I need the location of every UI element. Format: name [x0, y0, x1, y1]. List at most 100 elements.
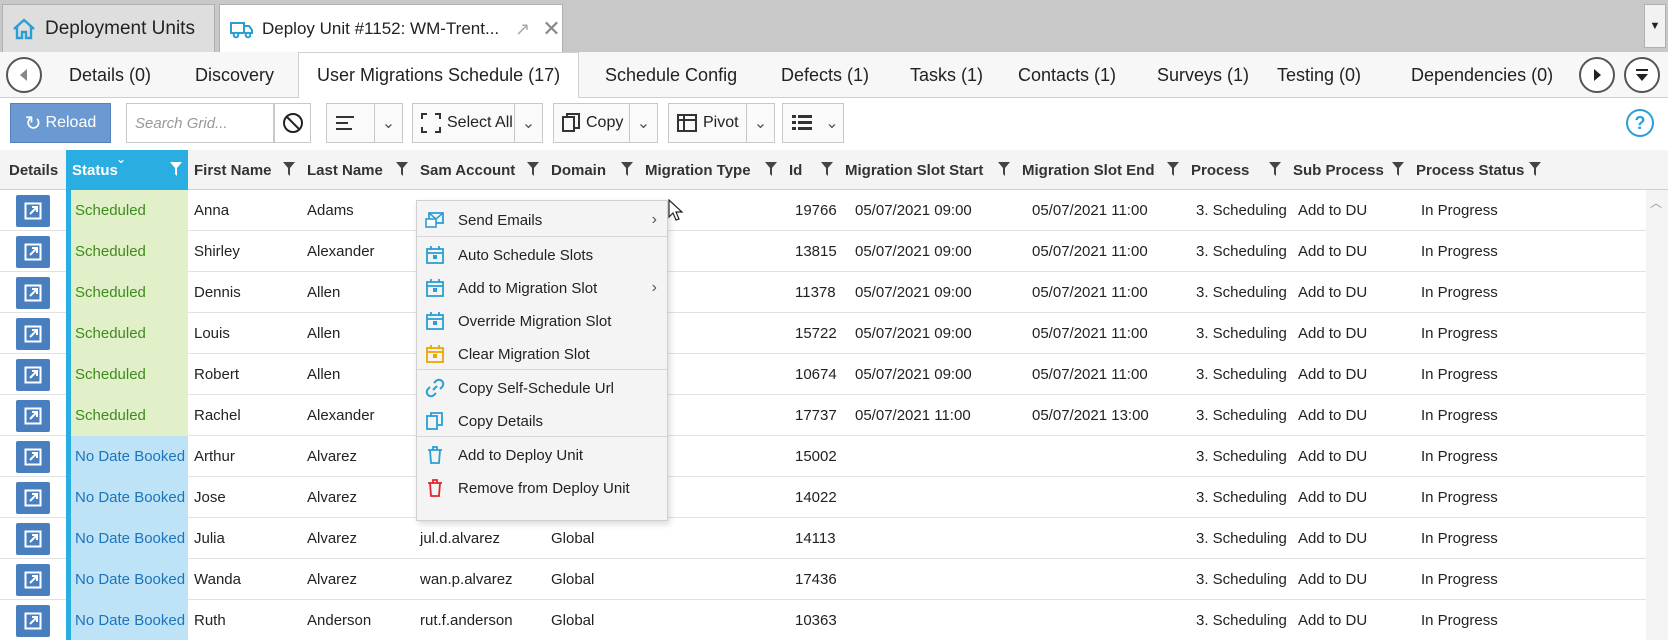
search-input[interactable]: Search Grid...: [126, 103, 274, 143]
table-row[interactable]: Scheduled Robert Allen 10674 05/07/2021 09:0…: [0, 354, 1646, 395]
col-header-sub-process[interactable]: Sub Process: [1287, 150, 1410, 190]
filter-icon[interactable]: [621, 162, 633, 176]
col-header-sam-account[interactable]: Sam Account: [414, 150, 545, 190]
open-details-button[interactable]: [16, 400, 50, 432]
reload-button[interactable]: ↻ Reload: [10, 103, 111, 143]
col-header-process-status[interactable]: Process Status: [1410, 150, 1547, 190]
copy-dropdown[interactable]: Copy ⌄: [553, 103, 658, 143]
menu-item-copy-self-schedule-url[interactable]: Copy Self-Schedule Url: [417, 371, 667, 405]
open-details-button[interactable]: [16, 523, 50, 555]
open-details-button[interactable]: [16, 605, 50, 637]
col-header-slot-end[interactable]: Migration Slot End: [1016, 150, 1185, 190]
col-header-id[interactable]: Id: [783, 150, 839, 190]
tab-surveys[interactable]: Surveys (1): [1157, 52, 1249, 98]
filter-icon[interactable]: [527, 162, 539, 176]
table-row[interactable]: No Date Booked Jose Alvarez 14022 3. Schedul…: [0, 477, 1646, 518]
filter-icon[interactable]: [1529, 162, 1541, 176]
col-header-process[interactable]: Process: [1185, 150, 1287, 190]
align-button[interactable]: [327, 104, 374, 142]
first-name-cell: Shirley: [194, 243, 240, 260]
filter-icon[interactable]: [396, 162, 408, 176]
col-header-slot-start[interactable]: Migration Slot Start: [839, 150, 1016, 190]
sub-process-cell: Add to DU: [1298, 202, 1368, 219]
tab-list-dropdown-button[interactable]: [1624, 57, 1660, 93]
select-all-button[interactable]: Select All: [413, 104, 514, 142]
col-header-first-name[interactable]: First Name: [188, 150, 301, 190]
clear-search-button[interactable]: [274, 103, 311, 143]
pivot-button[interactable]: Pivot: [669, 104, 746, 142]
col-header-last-name[interactable]: Last Name: [301, 150, 414, 190]
open-details-button[interactable]: [16, 482, 50, 514]
menu-item-copy-details[interactable]: Copy Details: [417, 404, 667, 438]
select-all-dropdown[interactable]: Select All ⌄: [412, 103, 543, 143]
table-row[interactable]: Scheduled Anna Adams 19766 05/07/2021 09:00 0…: [0, 190, 1646, 231]
table-row[interactable]: No Date Booked Arthur Alvarez 15002 3. Sched…: [0, 436, 1646, 477]
copy-button[interactable]: Copy: [554, 104, 629, 142]
tab-discovery[interactable]: Discovery: [195, 52, 274, 98]
align-dropdown[interactable]: ⌄: [326, 103, 403, 143]
status-cell: No Date Booked: [66, 600, 188, 640]
tab-overflow-button[interactable]: ▼: [1644, 4, 1666, 48]
filter-icon[interactable]: [998, 162, 1010, 176]
vertical-scrollbar[interactable]: ︿: [1646, 190, 1668, 640]
menu-item-send-emails[interactable]: Send Emails ›: [417, 203, 667, 237]
filter-icon[interactable]: [1392, 162, 1404, 176]
menu-item-add-to-deploy-unit[interactable]: Add to Deploy Unit: [417, 438, 667, 472]
popout-icon[interactable]: ↗: [515, 19, 530, 40]
scroll-up-icon[interactable]: ︿: [1650, 194, 1662, 211]
col-header-domain[interactable]: Domain: [545, 150, 639, 190]
filter-icon[interactable]: [283, 162, 295, 176]
doc-tab-deploy-unit[interactable]: Deploy Unit #1152: WM-Trent... ↗ ✕: [219, 4, 563, 53]
table-row[interactable]: Scheduled Shirley Alexander 13815 05/07/2021…: [0, 231, 1646, 272]
table-row[interactable]: Scheduled Rachel Alexander 17737 05/07/2021 …: [0, 395, 1646, 436]
menu-item-remove-from-deploy-unit[interactable]: Remove from Deploy Unit: [417, 471, 667, 505]
sub-process-cell: Add to DU: [1298, 612, 1368, 629]
open-details-button[interactable]: [16, 277, 50, 309]
filter-icon[interactable]: [765, 162, 777, 176]
open-details-button[interactable]: [16, 359, 50, 391]
menu-item-clear-migration-slot[interactable]: Clear Migration Slot: [417, 337, 667, 371]
menu-item-add-to-migration-slot[interactable]: Add to Migration Slot ›: [417, 271, 667, 305]
help-icon[interactable]: ?: [1626, 109, 1654, 137]
menu-item-override-migration-slot[interactable]: Override Migration Slot: [417, 304, 667, 338]
open-details-button[interactable]: [16, 236, 50, 268]
chevron-down-icon[interactable]: ⌄: [374, 104, 402, 142]
tab-user-migrations-schedule[interactable]: User Migrations Schedule (17): [298, 52, 580, 99]
scroll-tabs-left-button[interactable]: [6, 57, 42, 93]
first-name-cell: Rachel: [194, 407, 241, 424]
open-details-button[interactable]: [16, 564, 50, 596]
open-details-button[interactable]: [16, 318, 50, 350]
layout-dropdown[interactable]: ⌄: [782, 103, 844, 143]
pivot-dropdown[interactable]: Pivot ⌄: [668, 103, 775, 143]
filter-icon[interactable]: [821, 162, 833, 176]
open-details-button[interactable]: [16, 195, 50, 227]
table-row[interactable]: Scheduled Dennis Allen 11378 05/07/2021 09:0…: [0, 272, 1646, 313]
chevron-down-icon[interactable]: ⌄: [629, 104, 657, 142]
tab-details[interactable]: Details (0): [69, 52, 151, 98]
doc-tab-deployment-units[interactable]: Deployment Units: [2, 4, 215, 52]
col-header-details[interactable]: Details: [3, 150, 66, 190]
chevron-down-icon[interactable]: ⌄: [821, 104, 843, 142]
table-row[interactable]: Scheduled Louis Allen 15722 05/07/2021 09:00…: [0, 313, 1646, 354]
tab-testing[interactable]: Testing (0): [1277, 52, 1361, 98]
chevron-down-icon[interactable]: ⌄: [746, 104, 774, 142]
menu-item-auto-schedule-slots[interactable]: Auto Schedule Slots: [417, 238, 667, 272]
tab-tasks[interactable]: Tasks (1): [910, 52, 983, 98]
close-icon[interactable]: ✕: [542, 16, 560, 42]
table-row[interactable]: No Date Booked Wanda Alvarez wan.p.alvarez G…: [0, 559, 1646, 600]
scroll-tabs-right-button[interactable]: [1579, 57, 1615, 93]
tab-defects[interactable]: Defects (1): [781, 52, 869, 98]
col-header-migration-type[interactable]: Migration Type: [639, 150, 783, 190]
filter-icon[interactable]: [170, 162, 182, 176]
col-header-status[interactable]: ⌄ Status: [66, 150, 188, 190]
table-row[interactable]: No Date Booked Ruth Anderson rut.f.anderson…: [0, 600, 1646, 640]
layout-button[interactable]: [783, 104, 821, 142]
tab-contacts[interactable]: Contacts (1): [1018, 52, 1116, 98]
filter-icon[interactable]: [1269, 162, 1281, 176]
tab-dependencies[interactable]: Dependencies (0): [1411, 52, 1553, 98]
tab-schedule-config[interactable]: Schedule Config: [605, 52, 737, 98]
chevron-down-icon[interactable]: ⌄: [514, 104, 542, 142]
open-details-button[interactable]: [16, 441, 50, 473]
table-row[interactable]: No Date Booked Julia Alvarez jul.d.alvarez G…: [0, 518, 1646, 559]
filter-icon[interactable]: [1167, 162, 1179, 176]
